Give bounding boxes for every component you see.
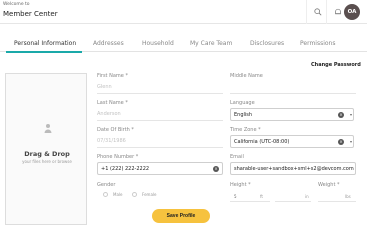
tab-addresses[interactable]: Addresses (93, 40, 124, 47)
user-icon (44, 124, 52, 133)
weight-field[interactable] (318, 201, 356, 202)
dob-field[interactable]: 07/31/1986 (97, 135, 223, 148)
phone-value: +1 (222) 222-2222 (101, 166, 150, 172)
email-label: Email (230, 154, 244, 160)
gender-label: Gender (97, 182, 116, 188)
chevron-down-icon[interactable]: ▾ (348, 109, 353, 120)
dob-label: Date Of Birth * (97, 127, 134, 133)
tab-permissions[interactable]: Permissions (300, 40, 336, 47)
gender-female-label: Female (142, 192, 157, 197)
clear-icon[interactable]: × (213, 166, 219, 172)
tab-my-care-team[interactable]: My Care Team (190, 40, 232, 47)
chevron-down-icon[interactable]: ▾ (348, 136, 353, 147)
height-in-unit: in (305, 194, 309, 199)
email-field[interactable]: sharable-user+sandbox+sml+s2@devcom.com (230, 162, 356, 175)
gender-male-radio[interactable] (103, 192, 108, 197)
tab-disclosures[interactable]: Disclosures (250, 40, 284, 47)
welcome-text: Welcome to (3, 2, 30, 7)
avatar[interactable]: OA (344, 4, 360, 20)
app-title: Member Center (3, 10, 58, 18)
time-zone-label: Time Zone * (230, 127, 261, 133)
height-label: Height * (230, 182, 251, 188)
bell-icon (334, 8, 341, 15)
gender-male-label: Male (113, 192, 123, 197)
language-label: Language (230, 100, 255, 106)
gender-female-radio[interactable] (132, 192, 137, 197)
language-select[interactable]: English × ▾ (230, 108, 354, 121)
active-tab-indicator (6, 51, 82, 53)
tab-personal-information[interactable]: Personal Information (14, 40, 76, 47)
clear-icon[interactable]: × (338, 112, 344, 118)
search-button[interactable] (306, 0, 328, 24)
time-zone-value: California (UTC-08:00) (234, 139, 290, 145)
language-value: English (234, 112, 253, 118)
save-profile-button[interactable]: Save Profile (152, 209, 210, 223)
height-ft-unit: ft (260, 194, 263, 199)
middle-name-label: Middle Name (230, 73, 263, 79)
last-name-label: Last Name * (97, 100, 128, 106)
photo-dropzone[interactable]: Drag & Drop your files here or browse (5, 73, 87, 225)
height-feet-value[interactable]: 5 (234, 194, 237, 199)
middle-name-field[interactable] (230, 81, 356, 94)
tab-household[interactable]: Household (142, 40, 174, 47)
profile-tabs: Personal Information Addresses Household… (0, 36, 367, 53)
search-icon (313, 8, 321, 16)
weight-label: Weight * (318, 182, 340, 188)
first-name-label: First Name * (97, 73, 128, 79)
top-bar: Welcome to Member Center OA (0, 0, 367, 24)
time-zone-select[interactable]: California (UTC-08:00) × ▾ (230, 135, 354, 148)
weight-unit: lbs (345, 194, 351, 199)
dropzone-title: Drag & Drop (24, 150, 70, 158)
dropzone-subtitle: your files here or browse (22, 159, 72, 164)
phone-label: Phone Number * (97, 154, 139, 160)
last-name-field[interactable]: Anderson (97, 108, 223, 121)
clear-icon[interactable]: × (338, 139, 344, 145)
phone-field[interactable]: +1 (222) 222-2222 × (97, 162, 223, 175)
height-feet-underline (230, 201, 270, 202)
first-name-field[interactable]: Glenn (97, 81, 223, 94)
change-password-link[interactable]: Change Password (311, 62, 361, 68)
height-inches-field[interactable] (275, 201, 311, 202)
